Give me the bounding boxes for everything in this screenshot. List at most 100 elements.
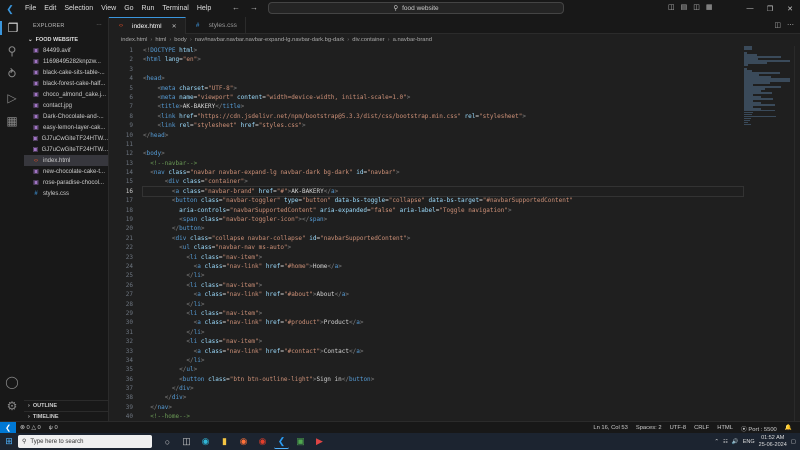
minimize-icon[interactable]: —	[740, 5, 760, 12]
breadcrumb-item[interactable]: a.navbar-brand	[393, 37, 432, 43]
file-item[interactable]: # styles.css	[24, 188, 108, 199]
code-line[interactable]: <html lang="en">	[143, 55, 743, 64]
chrome-icon[interactable]: ◉	[255, 434, 270, 449]
end-of-line[interactable]: CRLF	[690, 425, 713, 431]
toggle-secondary-sidebar-icon[interactable]: ◫	[693, 3, 700, 11]
edge-icon[interactable]: ◉	[198, 434, 213, 449]
code-line[interactable]: <li class="nav-item">	[143, 281, 743, 290]
code-line[interactable]: aria-controls="navbarSupportedContent" a…	[143, 206, 743, 215]
media-icon[interactable]: ▶	[312, 434, 327, 449]
menu-item-help[interactable]: Help	[193, 5, 215, 12]
breadcrumb-item[interactable]: index.html	[121, 37, 147, 43]
menu-item-edit[interactable]: Edit	[40, 5, 60, 12]
forward-arrow-icon[interactable]: →	[250, 3, 258, 12]
code-line[interactable]: <a class="nav-link" href="#product">Prod…	[143, 318, 743, 327]
code-line[interactable]: <li class="nav-item">	[143, 253, 743, 262]
file-item[interactable]: ▣ Dark-Chocolate-and-...	[24, 111, 108, 122]
windows-start-icon[interactable]: ⊞	[0, 433, 18, 450]
breadcrumb-item[interactable]: body	[174, 37, 187, 43]
firefox-icon[interactable]: ◉	[236, 434, 251, 449]
code-line[interactable]: <body>	[143, 149, 743, 158]
tab-styles-css[interactable]: # styles.css	[186, 17, 246, 34]
encoding[interactable]: UTF-8	[666, 425, 690, 431]
code-line[interactable]: <meta charset="UTF-8">	[143, 84, 743, 93]
code-editor[interactable]: 1 2 3 4 5 6 7 8 9 10 11 12 13 14 15 16 17 18 19 20 21 22 23 24 2…	[109, 46, 800, 421]
command-center[interactable]: ⚲ food website	[268, 2, 564, 14]
minimap[interactable]	[744, 46, 792, 186]
code-line[interactable]: </ul>	[143, 365, 743, 374]
close-icon[interactable]: ✕	[780, 5, 800, 13]
code-line[interactable]: </nav>	[143, 403, 743, 412]
code-line[interactable]: <title>AK-BAKERY</title>	[143, 102, 743, 111]
code-line[interactable]: <li class="nav-item">	[143, 309, 743, 318]
menu-item-view[interactable]: View	[97, 5, 120, 12]
task-view-icon[interactable]: ○	[160, 434, 175, 449]
more-actions-icon[interactable]: ⋯	[96, 23, 102, 29]
volume-icon[interactable]: 🔊	[732, 439, 739, 445]
toggle-panel-icon[interactable]: ▤	[681, 3, 688, 11]
code-line[interactable]: <a class="nav-link" href="#contact">Cont…	[143, 347, 743, 356]
explorer-icon[interactable]: ❐	[0, 21, 24, 35]
code-line[interactable]: <link href="https://cdn.jsdelivr.net/npm…	[143, 112, 743, 121]
breadcrumb-item[interactable]: nav#navbar.navbar.navbar-expand-lg.navba…	[195, 37, 345, 43]
taskbar-search[interactable]: ⚲ Type here to search	[18, 435, 152, 448]
file-item[interactable]: ▣ GJ7uCwGiteTF24HTW...	[24, 144, 108, 155]
code-line[interactable]: <div class="collapse navbar-collapse" id…	[143, 234, 743, 243]
extensions-icon[interactable]: ▦	[0, 114, 24, 128]
live-server-port[interactable]: ⦿ Port : 5500	[737, 424, 781, 433]
customize-layout-icon[interactable]: ▦	[706, 3, 713, 11]
file-item[interactable]: ▣ rose-paradise-chocol...	[24, 177, 108, 188]
clock[interactable]: 01:52 AM 25-06-2024	[759, 435, 787, 449]
code-line[interactable]: <!--navbar-->	[143, 159, 743, 168]
file-item[interactable]: ▣ 1169849528​2knpzw...	[24, 56, 108, 67]
code-line[interactable]: <li class="nav-item">	[143, 337, 743, 346]
chevron-up-icon[interactable]: ⌃	[714, 439, 719, 445]
task-switcher-icon[interactable]: ◫	[179, 434, 194, 449]
notification-center-icon[interactable]: ▢	[791, 439, 796, 445]
menu-item-selection[interactable]: Selection	[60, 5, 97, 12]
code-line[interactable]: </div>	[143, 384, 743, 393]
search-icon[interactable]: ⚲	[0, 44, 24, 58]
remote-indicator-icon[interactable]: ❮	[0, 421, 16, 434]
code-line[interactable]: </button>	[143, 224, 743, 233]
code-line[interactable]	[143, 65, 743, 74]
menu-item-file[interactable]: File	[21, 5, 40, 12]
language-mode[interactable]: HTML	[713, 425, 737, 431]
code-content[interactable]: <!DOCTYPE html> <html lang="en"> <head> <m…	[142, 46, 744, 421]
run-debug-icon[interactable]: ▷	[0, 91, 24, 105]
file-item[interactable]: ▣ contact.jpg	[24, 100, 108, 111]
file-explorer-icon[interactable]: ▮	[217, 434, 232, 449]
ports-indicator[interactable]: ψ 0	[45, 425, 62, 431]
file-item[interactable]: ▣ choco_almond_cake.j...	[24, 89, 108, 100]
outline-section[interactable]: › OUTLINE	[24, 400, 109, 410]
breadcrumb-item[interactable]: html	[155, 37, 166, 43]
code-line[interactable]: <nav class="navbar navbar-expand-lg navb…	[143, 168, 743, 177]
code-line[interactable]: <span class="navbar-toggler-icon"></span…	[143, 215, 743, 224]
file-item[interactable]: ▣ new-chocolate-cake-t...	[24, 166, 108, 177]
language-indicator[interactable]: ENG	[743, 439, 755, 445]
code-line[interactable]: <!--home-->	[143, 412, 743, 421]
code-line[interactable]: </li>	[143, 271, 743, 280]
code-line[interactable]: </li>	[143, 328, 743, 337]
breadcrumb-item[interactable]: div.container	[352, 37, 384, 43]
folder-root[interactable]: ⌄ FOOD WEBSITE	[24, 35, 108, 45]
notifications-bell-icon[interactable]: 🔔	[781, 425, 796, 431]
code-line[interactable]: <button class="navbar-toggler" type="but…	[143, 196, 743, 205]
code-line[interactable]: <meta name="viewport" content="width=dev…	[143, 93, 743, 102]
code-line[interactable]: </div>	[143, 393, 743, 402]
code-line[interactable]: </head>	[143, 131, 743, 140]
manage-gear-icon[interactable]: ⚙	[0, 399, 24, 413]
menu-item-run[interactable]: Run	[138, 5, 159, 12]
account-icon[interactable]: ◯	[0, 375, 24, 389]
code-line[interactable]: <!DOCTYPE html>	[143, 46, 743, 55]
file-item[interactable]: ▣ black-cake-sits-table-...	[24, 67, 108, 78]
code-line[interactable]: <a class="navbar-brand" href="#">AK-BAKE…	[142, 185, 744, 198]
back-arrow-icon[interactable]: ←	[232, 3, 240, 12]
menu-item-terminal[interactable]: Terminal	[158, 5, 192, 12]
tab-index-html[interactable]: ‹› index.html ✕	[109, 17, 186, 34]
vscode-taskbar-icon[interactable]: ❮	[274, 434, 289, 449]
code-line[interactable]: <a class="nav-link" href="#home">Home</a…	[143, 262, 743, 271]
file-item[interactable]: ▣ GJ7uCwGiteTF24HTW...	[24, 133, 108, 144]
code-line[interactable]: <link rel="stylesheet" href="styles.css"…	[143, 121, 743, 130]
file-item[interactable]: ‹› index.html	[24, 155, 108, 166]
